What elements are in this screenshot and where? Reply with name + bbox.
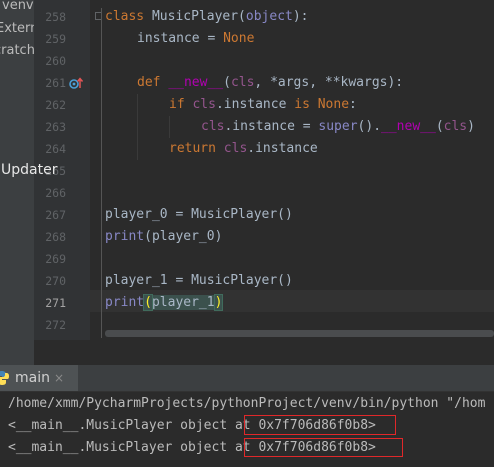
code-line-261: def __new__(cls, *args, **kwargs):: [137, 72, 403, 94]
project-item-external-libraries[interactable]: Externa: [0, 21, 34, 36]
token-keyword: class: [105, 9, 145, 24]
run-tab-label: main: [15, 370, 50, 386]
token-text: (: [435, 119, 444, 134]
token-text: ().: [357, 119, 382, 134]
line-number-current: 271: [45, 296, 66, 310]
token-keyword: None: [223, 31, 255, 46]
code-line-267: player_0 = MusicPlayer(): [105, 204, 293, 226]
indent-guide: [137, 94, 138, 160]
line-number: 269: [45, 252, 66, 266]
code-line-271: print(player_1): [105, 292, 224, 314]
token-text: ):: [292, 9, 309, 24]
token-text: player_0 = MusicPlayer(): [105, 207, 293, 222]
updater-label[interactable]: Updater: [0, 159, 101, 181]
token-builtin: print: [105, 229, 145, 244]
token-text: .instance: [247, 141, 318, 156]
override-up-arrow-icon[interactable]: [69, 76, 83, 90]
token-magic: __new__: [168, 75, 224, 90]
line-number: 261: [45, 76, 66, 90]
code-line-270: player_1 = MusicPlayer(): [105, 270, 293, 292]
token-text: MusicPlayer(: [144, 9, 246, 24]
code-line-258: class MusicPlayer(object):: [105, 6, 309, 28]
line-number: 262: [45, 98, 66, 112]
token-text: player_1 = MusicPlayer(): [105, 273, 293, 288]
python-icon: [0, 371, 9, 385]
close-icon[interactable]: ×: [54, 365, 64, 391]
address-highlight-box: [244, 415, 396, 435]
line-number: 270: [45, 274, 66, 288]
token-builtin: object: [245, 9, 293, 24]
run-console[interactable]: /home/xmm/PycharmProjects/pythonProject/…: [0, 392, 494, 467]
token-text: instance: [137, 31, 200, 46]
console-line: /home/xmm/PycharmProjects/pythonProject/…: [8, 396, 486, 411]
indent-guide: [169, 116, 170, 138]
run-panel-header: main ×: [0, 365, 494, 392]
code-editor[interactable]: class MusicPlayer(object): instance = No…: [90, 0, 494, 340]
token-param: cls: [192, 97, 216, 112]
token-text: (: [223, 75, 231, 90]
line-number: 268: [45, 230, 66, 244]
horizontal-scrollbar[interactable]: [105, 330, 494, 337]
token-text: .instance =: [224, 119, 319, 134]
line-number: 259: [45, 32, 66, 46]
token-param: cls: [230, 75, 255, 90]
project-item-scratches[interactable]: cratch: [0, 43, 34, 58]
project-item-venv[interactable]: venv: [2, 0, 34, 13]
token-keyword: def: [137, 75, 161, 90]
token-text: :: [349, 97, 357, 112]
line-number: 263: [45, 120, 66, 134]
token-param: cls: [223, 141, 248, 156]
token-text: .instance: [215, 97, 295, 112]
matched-paren: ): [213, 294, 224, 311]
matched-paren: (: [143, 294, 153, 311]
line-number: 264: [45, 142, 66, 156]
line-number: 267: [45, 208, 66, 222]
token-param: cls: [201, 119, 225, 134]
line-number: 272: [45, 318, 66, 332]
code-line-259: instance = None: [137, 28, 254, 50]
token-keyword: return: [169, 141, 216, 156]
code-line-268: print(player_0): [105, 226, 222, 248]
token-text: ): [467, 119, 475, 134]
token-text: player_1: [151, 295, 215, 310]
token-builtin: print: [105, 295, 145, 310]
token-keyword: if: [169, 97, 185, 112]
code-line-264: return cls.instance: [169, 138, 318, 160]
run-tab-main[interactable]: main ×: [0, 365, 78, 391]
address-highlight-box: [244, 438, 403, 457]
token-keyword: None: [317, 97, 350, 112]
token-magic: __new__: [381, 119, 436, 134]
token-text: (player_0): [144, 229, 223, 244]
token-keyword: is: [294, 97, 310, 112]
code-line-263: cls.instance = super().__new__(cls): [201, 116, 475, 138]
project-panel: venv Externa cratch: [0, 0, 34, 365]
line-number: 260: [45, 54, 66, 68]
token-text: =: [199, 31, 224, 46]
line-number: 258: [45, 10, 66, 24]
token-param: cls: [443, 119, 468, 134]
line-number: 266: [45, 186, 66, 200]
token-text: , *args, **kwargs):: [254, 75, 404, 90]
code-line-262: if cls.instance is None:: [169, 94, 357, 116]
token-builtin: super: [318, 119, 358, 134]
